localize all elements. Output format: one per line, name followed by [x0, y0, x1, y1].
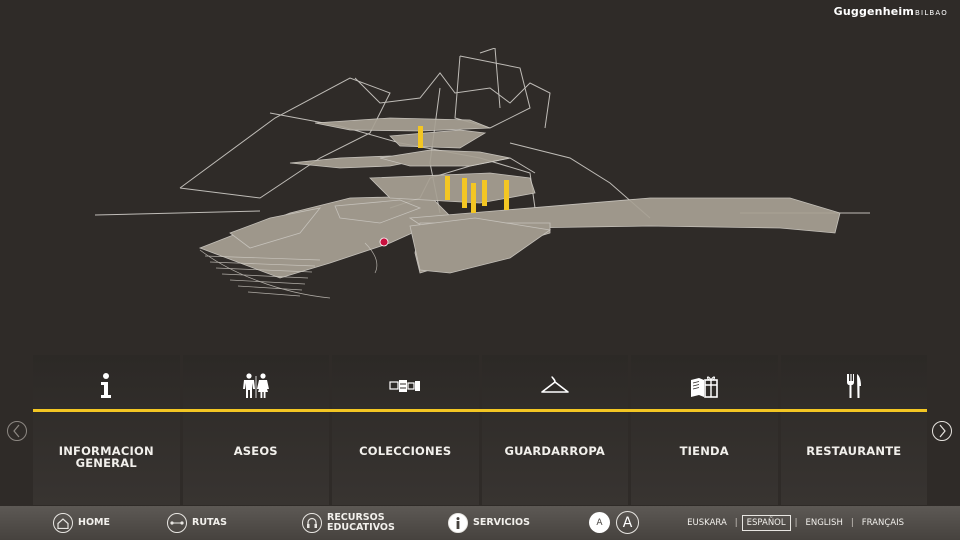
services-accent-bar	[33, 409, 927, 412]
restroom-icon	[183, 369, 330, 403]
next-arrow-button[interactable]	[932, 421, 952, 441]
servicios-button[interactable]: SERVICIOS	[448, 506, 530, 540]
info-icon	[33, 369, 180, 403]
collections-icon	[332, 369, 479, 403]
hanger-icon	[482, 369, 629, 403]
service-tile-aseos[interactable]: ASEOS	[182, 355, 330, 505]
lang-espanol[interactable]: ESPAÑOL	[741, 515, 791, 531]
recursos-educativos-button[interactable]: RECURSOS EDUCATIVOS	[302, 506, 395, 540]
lang-euskara[interactable]: EUSKARA	[683, 516, 731, 530]
chevron-left-icon	[13, 424, 20, 438]
lang-english[interactable]: ENGLISH	[801, 516, 846, 530]
prev-arrow-button[interactable]	[7, 421, 27, 441]
home-icon	[53, 513, 73, 533]
service-tile-colecciones[interactable]: COLECCIONES	[332, 355, 479, 505]
route-icon	[167, 513, 187, 533]
language-selector: EUSKARA | ESPAÑOL | ENGLISH | FRANÇAIS	[683, 506, 908, 540]
brand-logo: GuggenheimBILBAO	[833, 5, 948, 18]
service-tile-restaurante[interactable]: RESTAURANTE	[780, 355, 928, 505]
footer-nav: HOME RUTAS RECURSOS EDUCATIVOS SERVICIOS …	[0, 506, 960, 540]
cutlery-icon	[781, 369, 928, 403]
service-tile-guardarropa[interactable]: GUARDARROPA	[481, 355, 629, 505]
rutas-button[interactable]: RUTAS	[167, 506, 227, 540]
info-circle-icon	[448, 513, 468, 533]
service-tile-tienda[interactable]: TIENDA	[631, 355, 778, 505]
headphones-icon	[302, 513, 322, 533]
font-size-small-button[interactable]: A	[589, 512, 610, 533]
museum-map-illustration[interactable]	[90, 48, 880, 318]
lang-francais[interactable]: FRANÇAIS	[858, 516, 908, 530]
shop-icon	[631, 369, 778, 403]
home-button[interactable]: HOME	[53, 506, 110, 540]
chevron-right-icon	[939, 424, 946, 438]
service-tile-informacion-general[interactable]: INFORMACION GENERAL	[33, 355, 180, 505]
services-panel: INFORMACION GENERAL ASEOS COLECCIONES GU…	[33, 355, 927, 505]
font-size-large-button[interactable]: A	[616, 511, 639, 534]
